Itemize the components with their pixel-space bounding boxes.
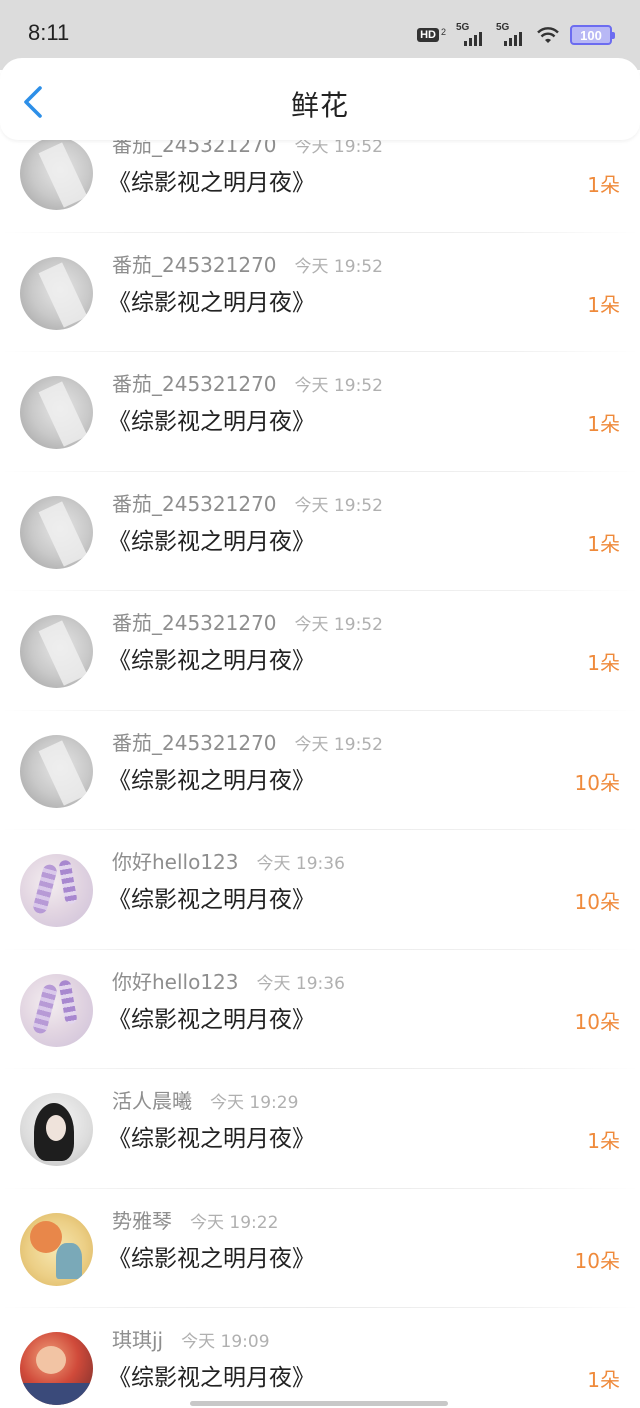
signal-sim1-icon: 5G: [456, 22, 486, 46]
flower-count: 1朵: [587, 1129, 620, 1153]
gift-meta: 番茄_245321270 今天 19:52: [112, 249, 383, 278]
avatar[interactable]: [20, 1332, 93, 1405]
hd-voice-icon: HD 2: [417, 28, 446, 42]
gift-list-item[interactable]: 番茄_245321270 今天 19:52 《综影视之明月夜》 1朵: [0, 233, 640, 352]
timestamp: 今天 19:36: [256, 973, 345, 994]
work-title[interactable]: 《综影视之明月夜》: [108, 163, 315, 197]
flower-count: 1朵: [587, 531, 620, 556]
username[interactable]: 琪琪jj: [112, 1324, 163, 1353]
username[interactable]: 活人晨曦: [112, 1085, 192, 1114]
username[interactable]: 番茄_245321270: [112, 607, 277, 636]
gift-meta: 番茄_245321270 今天 19:52: [112, 727, 383, 756]
work-title[interactable]: 《综影视之明月夜》: [108, 880, 315, 914]
timestamp: 今天 19:36: [256, 854, 345, 874]
timestamp: 今天 19:52: [294, 495, 383, 516]
avatar[interactable]: [20, 1212, 93, 1286]
flower-count: 1朵: [587, 412, 620, 436]
signal-sim2-icon: 5G: [496, 22, 526, 46]
work-title[interactable]: 《综影视之明月夜》: [108, 283, 315, 317]
gift-list-item[interactable]: 势雅琴 今天 19:22 《综影视之明月夜》 10朵: [0, 1189, 640, 1308]
gift-list-item[interactable]: 番茄_245321270 今天 19:52 《综影视之明月夜》 1朵: [0, 472, 640, 591]
gift-meta: 番茄_245321270 今天 19:52: [112, 607, 383, 636]
gift-list-item[interactable]: 番茄_245321270 今天 19:52 《综影视之明月夜》 1朵: [0, 352, 640, 472]
home-indicator: [190, 1401, 448, 1406]
timestamp: 今天 19:29: [210, 1093, 299, 1113]
avatar[interactable]: [20, 973, 93, 1047]
avatar[interactable]: [20, 376, 93, 449]
gift-meta: 势雅琴 今天 19:22: [112, 1205, 278, 1234]
avatar[interactable]: [20, 1093, 93, 1166]
gift-list-item[interactable]: 琪琪jj 今天 19:09 《综影视之明月夜》 1朵: [0, 1308, 640, 1408]
username[interactable]: 番茄_245321270: [112, 368, 277, 397]
gift-meta: 活人晨曦 今天 19:29: [112, 1085, 298, 1114]
work-title[interactable]: 《综影视之明月夜》: [108, 402, 315, 436]
flower-count: 10朵: [574, 890, 620, 914]
username[interactable]: 你好hello123: [112, 846, 239, 875]
avatar[interactable]: [20, 495, 93, 569]
timestamp: 今天 19:09: [181, 1332, 270, 1352]
flower-count: 10朵: [574, 1009, 620, 1034]
work-title[interactable]: 《综影视之明月夜》: [108, 1000, 315, 1034]
hd-sub-label: 2: [440, 27, 446, 37]
flower-count: 1朵: [587, 651, 620, 675]
flower-count: 10朵: [574, 1248, 620, 1273]
username[interactable]: 番茄_245321270: [112, 249, 277, 278]
avatar[interactable]: [20, 615, 93, 688]
timestamp: 今天 19:52: [294, 615, 383, 635]
flower-count: 10朵: [574, 770, 620, 795]
gift-meta: 你好hello123 今天 19:36: [112, 846, 345, 875]
work-title[interactable]: 《综影视之明月夜》: [108, 1239, 315, 1273]
avatar[interactable]: [20, 256, 93, 330]
work-title[interactable]: 《综影视之明月夜》: [108, 761, 315, 795]
username[interactable]: 你好hello123: [112, 966, 239, 995]
timestamp: 今天 19:22: [190, 1212, 279, 1233]
username[interactable]: 番茄_245321270: [112, 727, 277, 756]
flower-count: 1朵: [587, 292, 620, 317]
gift-meta: 番茄_245321270 今天 19:52: [112, 488, 383, 517]
work-title[interactable]: 《综影视之明月夜》: [108, 1358, 315, 1392]
timestamp: 今天 19:52: [294, 256, 383, 277]
page-title: 鲜花: [290, 89, 349, 122]
flower-count: 1朵: [587, 1368, 620, 1392]
avatar[interactable]: [20, 854, 93, 927]
flower-gifts-screen: 番茄_245321270 今天 19:52 《综影视之明月夜》 1朵 番茄_245321…: [0, 0, 640, 1408]
top-nav-bar: 鲜花: [0, 58, 640, 140]
gift-list-item[interactable]: 你好hello123 今天 19:36 《综影视之明月夜》 10朵: [0, 830, 640, 950]
work-title[interactable]: 《综影视之明月夜》: [108, 1119, 315, 1153]
flower-count: 1朵: [587, 173, 620, 197]
avatar[interactable]: [20, 734, 93, 808]
gift-list-item[interactable]: 活人晨曦 今天 19:29 《综影视之明月夜》 1朵: [0, 1069, 640, 1189]
gift-meta: 番茄_245321270 今天 19:52: [112, 368, 383, 397]
hd-label: HD: [417, 28, 439, 42]
avatar[interactable]: [20, 137, 93, 210]
timestamp: 今天 19:52: [294, 734, 383, 755]
gift-meta: 琪琪jj 今天 19:09: [112, 1324, 270, 1353]
battery-icon: 100: [570, 25, 615, 45]
work-title[interactable]: 《综影视之明月夜》: [108, 641, 315, 675]
status-time: 8:11: [28, 20, 70, 45]
gift-list-item[interactable]: 番茄_245321270 今天 19:52 《综影视之明月夜》 10朵: [0, 711, 640, 830]
username[interactable]: 番茄_245321270: [112, 488, 277, 517]
gift-meta: 你好hello123 今天 19:36: [112, 966, 345, 995]
gift-list-item[interactable]: 你好hello123 今天 19:36 《综影视之明月夜》 10朵: [0, 950, 640, 1069]
work-title[interactable]: 《综影视之明月夜》: [108, 522, 315, 556]
gift-list-item[interactable]: 番茄_245321270 今天 19:52 《综影视之明月夜》 1朵: [0, 591, 640, 711]
timestamp: 今天 19:52: [294, 376, 383, 396]
username[interactable]: 势雅琴: [112, 1205, 172, 1234]
wifi-icon: [537, 27, 559, 43]
status-icons: HD 2 5G 5G 100: [417, 22, 615, 48]
